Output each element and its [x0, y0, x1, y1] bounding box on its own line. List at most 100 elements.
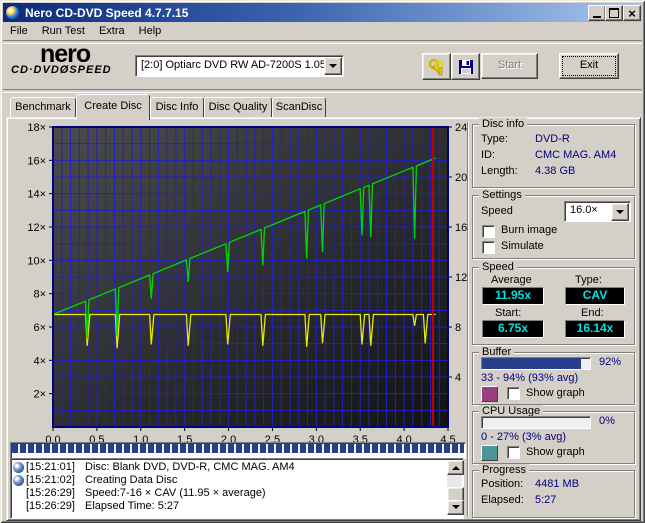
- disc-type-value: DVD-R: [535, 133, 570, 145]
- menu-extra[interactable]: Extra: [92, 23, 132, 39]
- progress-position-label: Position:: [481, 478, 523, 490]
- cpu-percent: 0%: [599, 415, 615, 427]
- svg-text:2×: 2×: [33, 389, 46, 401]
- svg-text:24: 24: [455, 122, 467, 134]
- close-button[interactable]: ×: [623, 5, 641, 21]
- burn-image-checkbox[interactable]: [482, 225, 495, 238]
- maximize-button[interactable]: [605, 5, 623, 21]
- menu-bar: File Run Test Extra Help: [3, 22, 642, 40]
- tab-create-disc[interactable]: Create Disc: [76, 94, 150, 120]
- speed-end-value: 16.14x: [565, 320, 625, 338]
- separator: [3, 40, 642, 44]
- start-button[interactable]: Start: [481, 53, 538, 79]
- simulate-checkbox[interactable]: [482, 241, 495, 254]
- progress-elapsed-label: Elapsed:: [481, 494, 524, 506]
- settings-group: Settings Speed 16.0× Burn image Simulate: [472, 195, 635, 259]
- drive-selector-value: [2:0] Optiarc DVD RW AD-7200S 1.05: [141, 59, 326, 71]
- disc-info-title: Disc info: [479, 118, 527, 130]
- nero-logo-subtitle: CD·DVDØSPEED: [11, 64, 112, 76]
- disc-icon: [13, 462, 24, 473]
- svg-text:14×: 14×: [27, 189, 46, 201]
- app-icon: [6, 6, 19, 19]
- tab-disc-quality[interactable]: Disc Quality: [204, 97, 272, 118]
- cpu-range: 0 - 27% (3% avg): [481, 431, 566, 443]
- tab-benchmark[interactable]: Benchmark: [10, 97, 76, 118]
- exit-button[interactable]: Exit: [559, 53, 619, 79]
- speed-type-label: Type:: [575, 274, 602, 286]
- progress-elapsed-value: 5:27: [535, 494, 556, 506]
- nero-logo: nero: [40, 44, 90, 64]
- svg-text:8: 8: [455, 322, 461, 334]
- log-time: [15:21:02]: [26, 474, 84, 487]
- simulate-label: Simulate: [501, 240, 544, 252]
- menu-run-test[interactable]: Run Test: [35, 23, 92, 39]
- speed-setting-label: Speed: [481, 205, 513, 217]
- svg-text:16×: 16×: [27, 155, 46, 167]
- speed-title: Speed: [479, 261, 517, 273]
- minimize-icon: [593, 16, 601, 18]
- buffer-bar: [481, 357, 591, 370]
- cpu-show-graph-label: Show graph: [526, 446, 585, 458]
- log-scrollbar[interactable]: [447, 460, 462, 515]
- svg-text:4×: 4×: [33, 355, 46, 367]
- log-text: Speed:7-16 × CAV (11.95 × average): [85, 487, 266, 500]
- keys-icon: [428, 58, 446, 76]
- disc-length-value: 4.38 GB: [535, 165, 575, 177]
- menu-file[interactable]: File: [3, 23, 35, 39]
- svg-text:12: 12: [455, 272, 467, 284]
- disc-icon: [13, 475, 24, 486]
- drive-selector-dropdown-button[interactable]: [324, 57, 342, 75]
- buffer-group: Buffer 92% 33 - 94% (93% avg) Show graph: [472, 352, 635, 405]
- speed-average-label: Average: [491, 274, 532, 286]
- cpu-group: CPU Usage 0% 0 - 27% (3% avg) Show graph: [472, 411, 635, 464]
- svg-text:6×: 6×: [33, 322, 46, 334]
- buffer-bar-fill: [482, 358, 581, 369]
- drive-selector[interactable]: [2:0] Optiarc DVD RW AD-7200S 1.05: [135, 55, 344, 77]
- log-time: [15:21:01]: [26, 461, 84, 474]
- speed-start-label: Start:: [495, 307, 521, 319]
- svg-text:16: 16: [455, 222, 467, 234]
- log-list[interactable]: [15:21:01] Disc: Blank DVD, DVD-R, CMC M…: [10, 458, 464, 519]
- speed-type-value: CAV: [565, 287, 625, 305]
- svg-text:10×: 10×: [27, 255, 46, 267]
- speed-end-label: End:: [581, 307, 604, 319]
- app-window: Nero CD-DVD Speed 4.7.7.15 × File Run Te…: [0, 0, 645, 523]
- cpu-show-graph-checkbox[interactable]: [507, 446, 520, 459]
- svg-text:20: 20: [455, 172, 467, 184]
- chevron-down-icon: [329, 64, 337, 72]
- separator: [3, 89, 642, 93]
- floppy-disk-icon: [458, 59, 474, 75]
- settings-title: Settings: [479, 189, 525, 201]
- buffer-show-graph-label: Show graph: [526, 387, 585, 399]
- divider: [467, 122, 469, 516]
- speed-select[interactable]: 16.0×: [564, 201, 631, 222]
- log-time: [15:26:29]: [26, 500, 84, 513]
- buffer-show-graph-checkbox[interactable]: [507, 387, 520, 400]
- tab-scandisc[interactable]: ScanDisc: [272, 97, 326, 118]
- cpu-bar: [481, 416, 591, 429]
- svg-text:8×: 8×: [33, 289, 46, 301]
- disc-id-value: CMC MAG. AM4: [535, 149, 616, 161]
- log-text: Disc: Blank DVD, DVD-R, CMC MAG. AM4: [85, 461, 295, 474]
- save-button[interactable]: [451, 53, 480, 80]
- minimize-button[interactable]: [588, 5, 606, 21]
- log-text: Elapsed Time: 5:27: [85, 500, 179, 513]
- menu-help[interactable]: Help: [132, 23, 169, 39]
- speed-start-value: 6.75x: [482, 320, 544, 338]
- scroll-down-button[interactable]: [447, 500, 464, 515]
- burn-image-label: Burn image: [501, 224, 557, 236]
- disc-type-label: Type:: [481, 133, 508, 145]
- window-title: Nero CD-DVD Speed 4.7.7.15: [25, 6, 188, 20]
- chevron-down-icon: [616, 210, 624, 218]
- svg-text:18×: 18×: [27, 122, 46, 134]
- disc-info-group: Disc info Type: DVD-R ID: CMC MAG. AM4 L…: [472, 124, 635, 188]
- write-progress-bar: [10, 442, 466, 459]
- scroll-up-button[interactable]: [447, 460, 464, 475]
- close-icon: ×: [628, 8, 636, 19]
- options-button[interactable]: [422, 53, 451, 80]
- speed-select-dropdown-button[interactable]: [611, 203, 629, 221]
- tab-disc-info[interactable]: Disc Info: [150, 97, 204, 118]
- speed-average-value: 11.95x: [482, 287, 544, 305]
- buffer-percent: 92%: [599, 356, 621, 368]
- write-progress-fill: [12, 444, 464, 453]
